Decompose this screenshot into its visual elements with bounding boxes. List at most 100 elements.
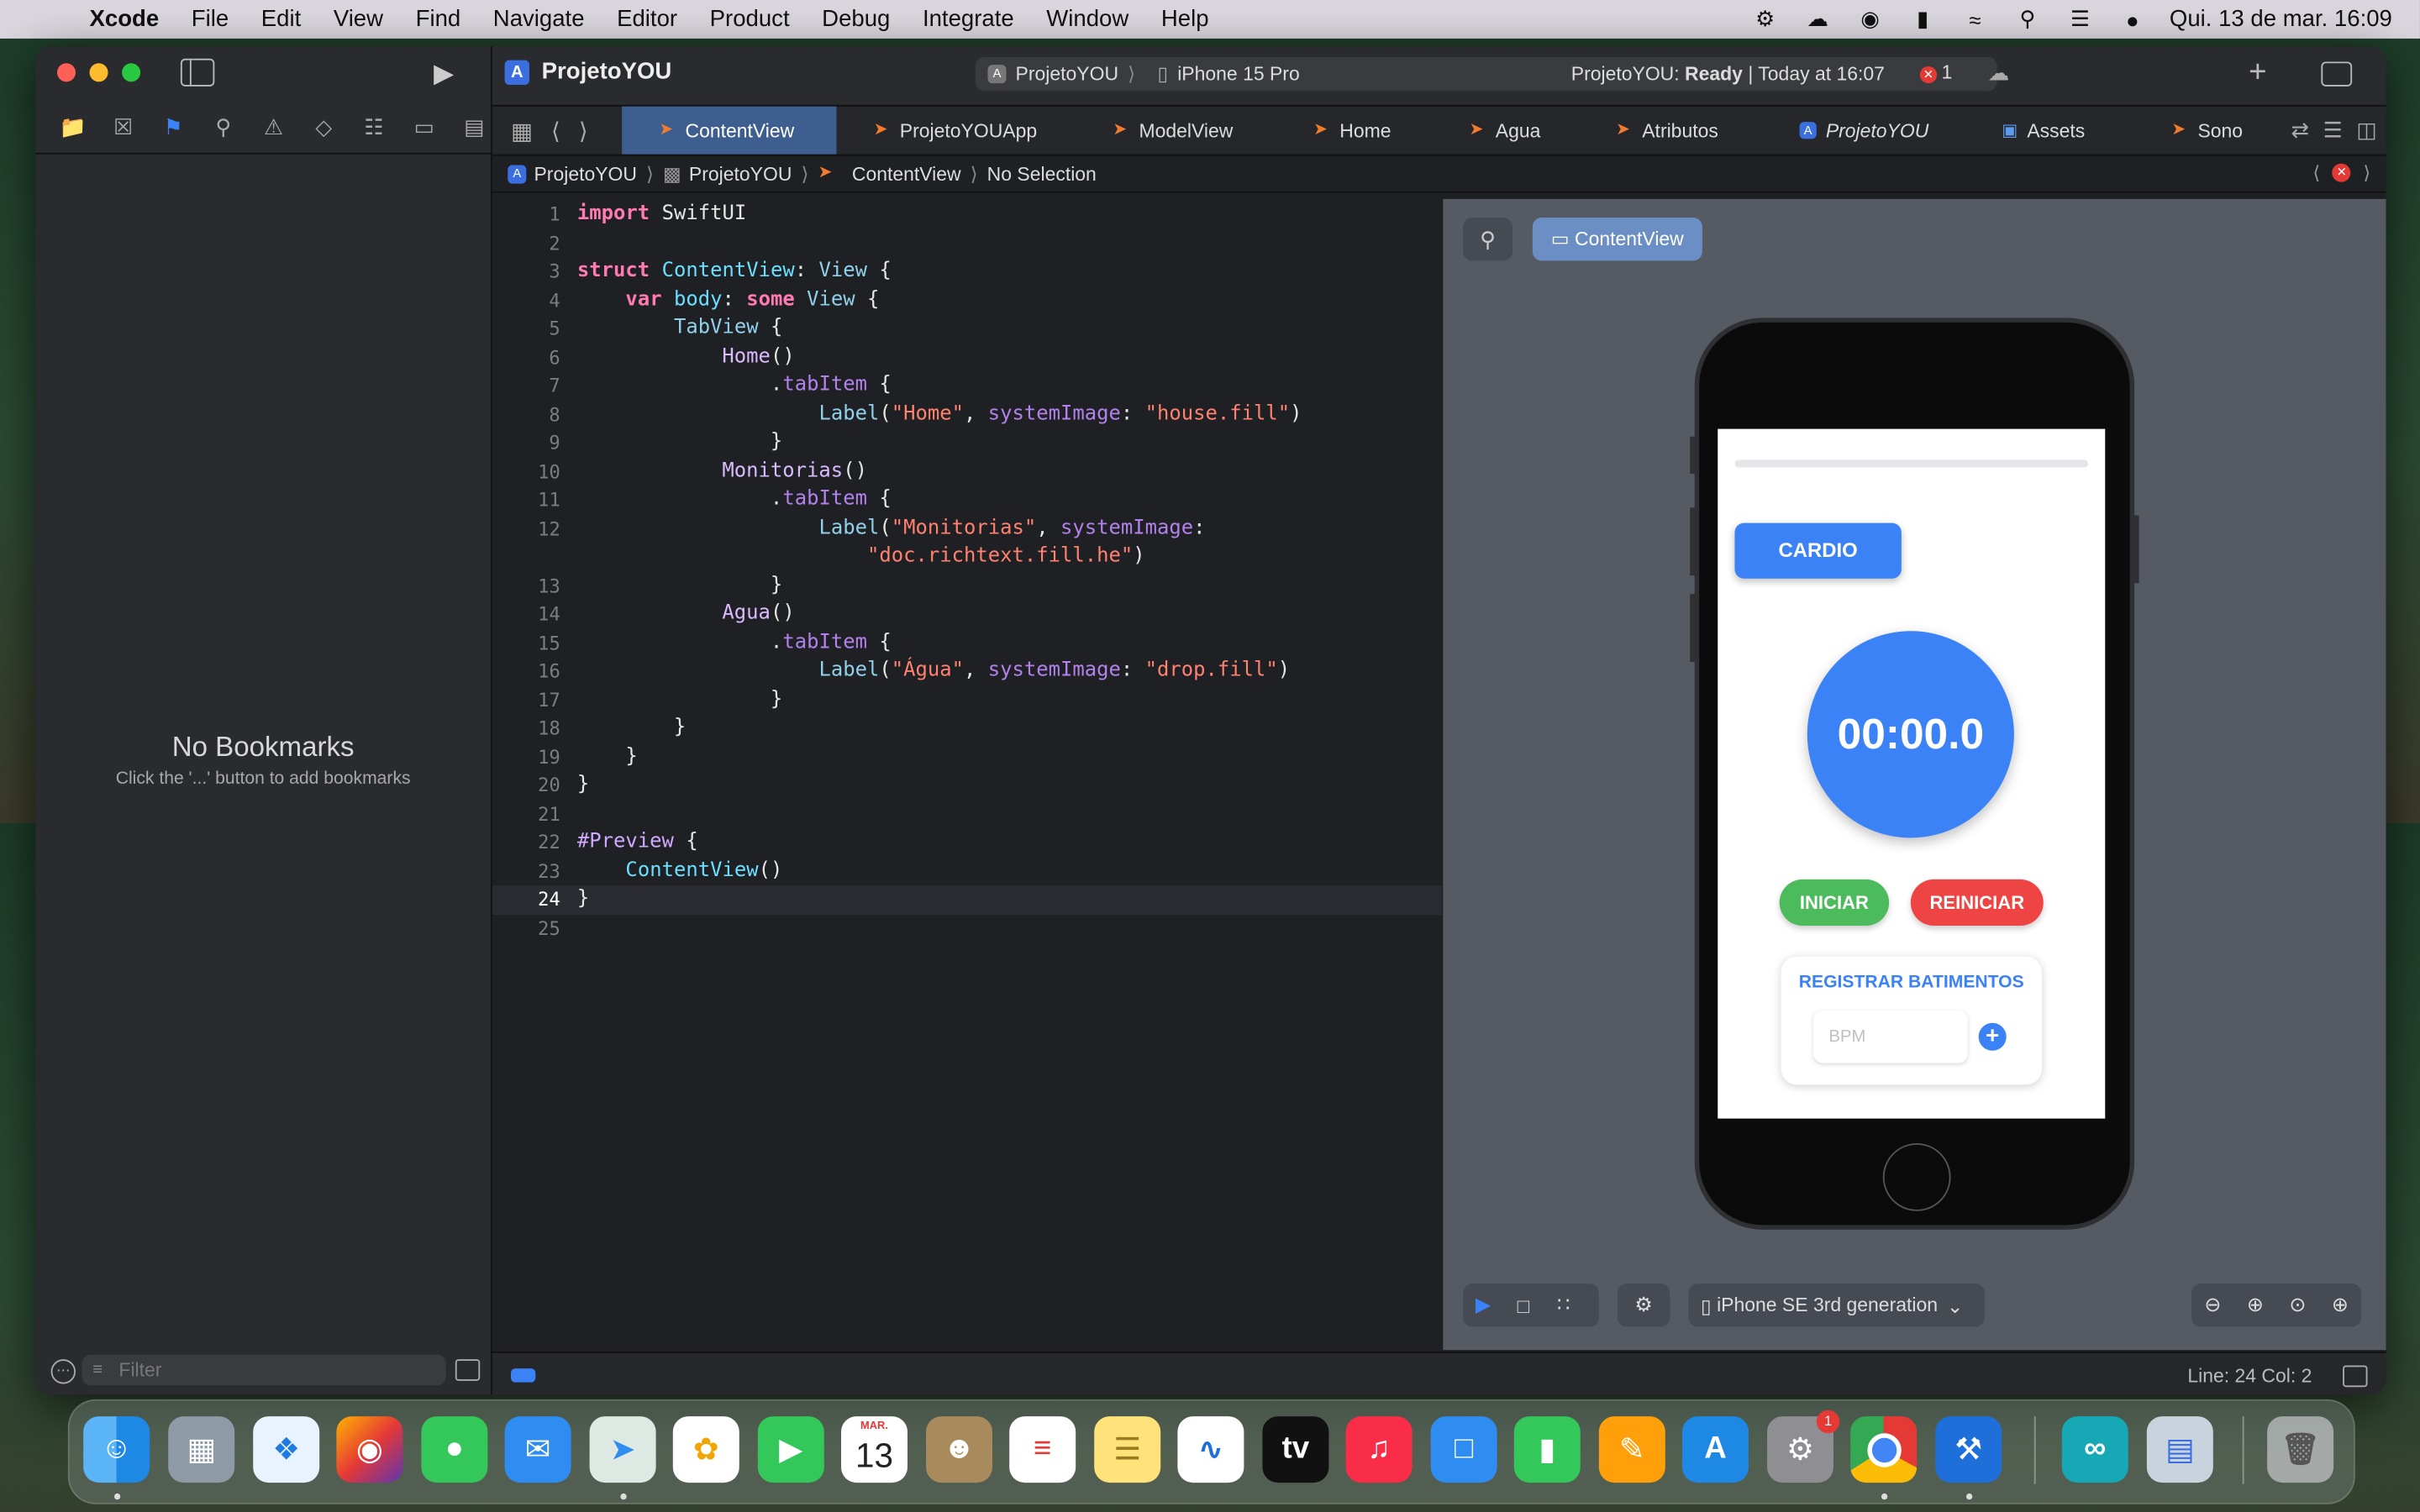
issue-navigator-icon[interactable]: ⚠ <box>249 114 299 140</box>
home-button[interactable] <box>1882 1142 1951 1211</box>
app-store-icon[interactable]: A <box>1682 1416 1749 1483</box>
arduino-icon[interactable]: ∞ <box>2061 1416 2128 1483</box>
facetime-icon[interactable]: ▶ <box>757 1416 824 1483</box>
tab-atributos[interactable]: ➤ Atributos <box>1616 107 1718 155</box>
tab-contentview[interactable]: ➤ ContentView <box>622 106 837 155</box>
contacts-icon[interactable]: ☻ <box>926 1416 992 1483</box>
reset-button[interactable]: REINICIAR <box>1910 879 2044 927</box>
zoom-actual-size-icon[interactable]: ⊕ <box>2320 1293 2360 1317</box>
destination-selector[interactable]: ▯ iPhone 15 Pro <box>1158 61 1300 85</box>
spotlight-search-icon[interactable]: ⚲ <box>2012 6 2044 31</box>
find-navigator-icon[interactable]: ⚲ <box>198 114 249 140</box>
menu-app-name[interactable]: Xcode <box>90 6 160 32</box>
swap-arrows-icon[interactable]: ⇄ <box>2291 118 2310 144</box>
numbers-icon[interactable]: ▮ <box>1513 1416 1581 1483</box>
error-icon[interactable]: ✕ <box>2332 163 2351 182</box>
notes-icon[interactable]: ☰ <box>1094 1416 1161 1483</box>
device-selector[interactable]: ▯ iPhone SE 3rd generation ⌄ <box>1688 1284 1985 1327</box>
next-issue-icon[interactable]: ⟩ <box>2364 162 2371 184</box>
menu-debug[interactable]: Debug <box>822 6 890 32</box>
wifi-icon[interactable]: ≈ <box>1960 7 1991 31</box>
tab-modelview[interactable]: ➤ ModelView <box>1113 107 1233 155</box>
start-button[interactable]: INICIAR <box>1779 879 1890 927</box>
cloud-icon[interactable]: ☁ <box>1988 60 2010 87</box>
zoom-to-fit-icon[interactable]: ⊙ <box>2278 1293 2318 1317</box>
menu-window[interactable]: Window <box>1046 6 1128 32</box>
menu-find[interactable]: Find <box>416 6 461 32</box>
freeform-icon[interactable]: ∿ <box>1177 1416 1244 1483</box>
menubar-clock[interactable]: Qui. 13 de mar. 16:09 <box>2170 6 2392 32</box>
pin-preview-icon[interactable]: ⚲ <box>1463 217 1512 261</box>
calendar-icon[interactable]: MAR. 13 <box>841 1416 908 1483</box>
breadcrumb-file[interactable]: ➤ ContentView <box>818 163 960 185</box>
chrome-icon[interactable] <box>1850 1416 1918 1483</box>
debug-area-indicator[interactable] <box>510 1368 536 1383</box>
menu-help[interactable]: Help <box>1161 6 1209 32</box>
bear-icon[interactable]: ◉ <box>1854 6 1886 31</box>
breakpoint-navigator-icon[interactable]: ▭ <box>399 114 450 140</box>
trash-icon[interactable]: 🗑 <box>2267 1416 2334 1483</box>
source-control-navigator-icon[interactable]: ☒ <box>98 114 149 140</box>
battery-icon[interactable]: ▮ <box>1907 6 1939 31</box>
tab-projetoyou[interactable]: A ProjetoYOU <box>1799 107 1928 155</box>
run-button[interactable]: ▶ <box>434 59 454 90</box>
breadcrumb-selection[interactable]: No Selection <box>987 163 1097 185</box>
maps-icon[interactable]: ➤ <box>589 1416 656 1483</box>
tab-sono[interactable]: ➤ Sono <box>2171 107 2264 155</box>
bookmark-navigator-icon[interactable]: ⚑ <box>148 114 198 140</box>
back-arrow-icon[interactable]: ⟨ <box>551 117 560 144</box>
error-indicator[interactable]: ✕ 1 <box>1919 61 1952 84</box>
tab-projetoyouapp[interactable]: ➤ ProjetoYOUApp <box>874 107 1038 155</box>
toggle-inspector-icon[interactable] <box>2321 61 2353 87</box>
reminders-icon[interactable]: ≡ <box>1009 1416 1076 1483</box>
firefox-icon[interactable]: ◉ <box>336 1416 403 1483</box>
breadcrumb-folder[interactable]: ▩ ProjetoYOU <box>663 162 792 186</box>
editor-options-icon[interactable]: ☰ <box>2323 118 2343 144</box>
menu-product[interactable]: Product <box>710 6 790 32</box>
project-navigator-icon[interactable]: 📁 <box>48 114 98 140</box>
test-navigator-icon[interactable]: ◇ <box>298 114 349 140</box>
scheme-selector[interactable]: A ProjetoYOU ⟩ <box>987 61 1135 85</box>
mail-icon[interactable]: ✉ <box>504 1416 571 1483</box>
control-center-icon[interactable]: ☰ <box>2065 6 2096 31</box>
device-settings-button[interactable]: ⚙ <box>1617 1284 1670 1327</box>
menu-edit[interactable]: Edit <box>261 6 301 32</box>
cloud-status-icon[interactable]: ☁ <box>1802 6 1833 31</box>
messages-icon[interactable]: ● <box>421 1416 488 1483</box>
zoom-in-icon[interactable]: ⊕ <box>2235 1293 2275 1317</box>
zoom-out-icon[interactable]: ⊖ <box>2192 1293 2233 1317</box>
preview-image-icon[interactable]: ▤ <box>2146 1416 2213 1483</box>
xcode-icon[interactable]: ⚒ <box>1935 1416 2002 1483</box>
filter-input[interactable]: Filter <box>82 1354 446 1386</box>
zoom-window-button[interactable] <box>122 63 141 82</box>
library-plus-button[interactable]: + <box>2249 55 2266 91</box>
finder-icon[interactable]: ☺ <box>83 1416 150 1483</box>
tab-home[interactable]: ➤ Home <box>1313 107 1391 155</box>
keynote-icon[interactable]: □ <box>1430 1416 1497 1483</box>
tab-assets[interactable]: ▣ Assets <box>2002 107 2085 155</box>
apple-tv-icon[interactable]: tv <box>1262 1416 1329 1483</box>
menu-editor[interactable]: Editor <box>617 6 677 32</box>
menu-navigate[interactable]: Navigate <box>493 6 585 32</box>
breadcrumb-project[interactable]: A ProjetoYOU <box>508 163 637 184</box>
previous-issue-icon[interactable]: ⟨ <box>2313 162 2321 184</box>
menu-file[interactable]: File <box>192 6 229 32</box>
music-icon[interactable]: ♫ <box>1345 1416 1413 1483</box>
related-items-icon[interactable]: ▦ <box>511 117 533 144</box>
bpm-input[interactable]: BPM <box>1813 1011 1968 1063</box>
selectable-mode-icon[interactable]: □ <box>1503 1294 1544 1317</box>
variants-icon[interactable]: ∷ <box>1544 1293 1584 1317</box>
source-editor[interactable]: 1 import SwiftUI 2 3 struct ContentView: V… <box>492 194 1442 1351</box>
photos-icon[interactable]: ✿ <box>672 1416 739 1483</box>
system-settings-icon[interactable]: ⚙ 1 <box>1767 1410 1840 1483</box>
add-bpm-icon[interactable]: + <box>1978 1022 2007 1051</box>
live-mode-icon[interactable]: ▶ <box>1463 1293 1503 1317</box>
pages-icon[interactable]: ✎ <box>1598 1416 1665 1483</box>
cardio-button[interactable]: CARDIO <box>1734 522 1902 579</box>
siri-icon[interactable]: ● <box>2117 7 2148 31</box>
toggle-debug-area-icon[interactable] <box>2343 1365 2368 1388</box>
debug-navigator-icon[interactable]: ☷ <box>349 114 399 140</box>
more-options-icon[interactable]: ⋯ <box>50 1359 76 1384</box>
menu-integrate[interactable]: Integrate <box>923 6 1014 32</box>
add-editor-icon[interactable]: ◫ <box>2356 118 2376 144</box>
